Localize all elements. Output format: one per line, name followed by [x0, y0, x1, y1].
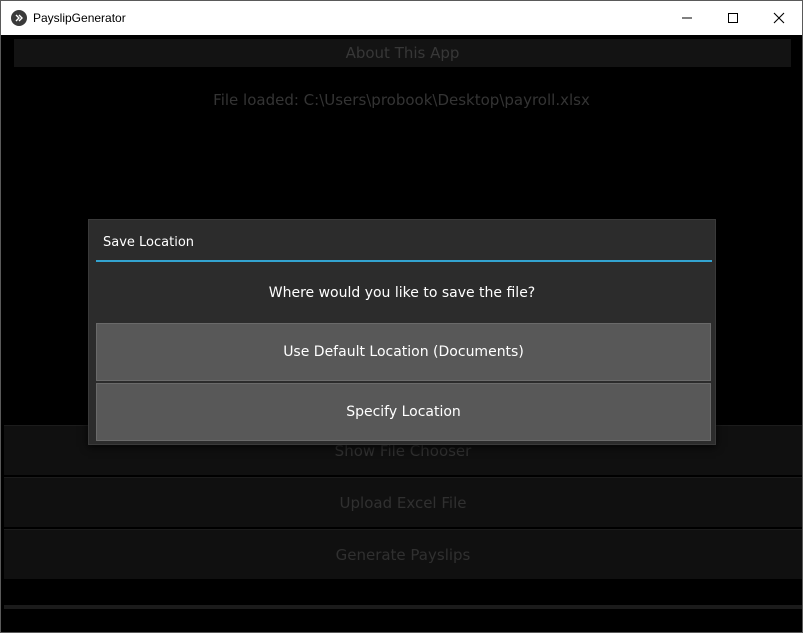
dialog-title-separator	[96, 260, 712, 262]
title-bar[interactable]: PayslipGenerator	[1, 1, 802, 35]
window-title: PayslipGenerator	[33, 11, 126, 25]
maximize-button[interactable]	[710, 1, 756, 35]
use-default-location-button[interactable]: Use Default Location (Documents)	[96, 323, 711, 381]
specify-location-button[interactable]: Specify Location	[96, 383, 711, 441]
minimize-button[interactable]	[664, 1, 710, 35]
window-controls	[664, 1, 802, 35]
close-button[interactable]	[756, 1, 802, 35]
app-window: PayslipGenerator About This App File loa…	[0, 0, 803, 633]
app-logo-icon	[11, 10, 27, 26]
save-location-dialog: Save Location Where would you like to sa…	[88, 219, 716, 445]
dialog-message: Where would you like to save the file?	[268, 285, 536, 301]
close-icon	[773, 12, 785, 24]
minimize-icon	[682, 17, 692, 19]
maximize-icon	[728, 13, 738, 23]
dialog-title: Save Location	[103, 235, 195, 250]
